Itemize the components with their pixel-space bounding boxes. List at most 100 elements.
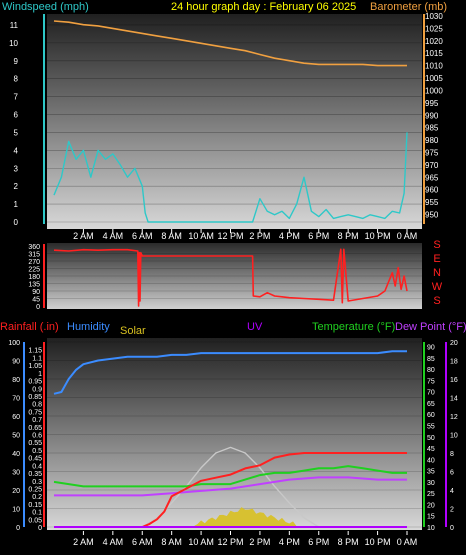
windspeed-tick-label: 8 — [14, 75, 19, 84]
solar-label: Solar — [120, 325, 146, 337]
rain-tick-label: 0.15 — [28, 502, 42, 509]
barometer-tick-label: 990 — [425, 111, 439, 120]
x-tick-label: 0 AM — [397, 537, 418, 547]
x-tick-label: 8 AM — [161, 537, 182, 547]
windspeed-tick-label: 2 — [14, 182, 19, 191]
compass-axis: SENWS — [432, 239, 443, 307]
wind-panel-x-axis: 2 AM 4 AM 6 AM 8 AM 10 AM 12 PM 2 PM 4 PM 6 PM 8 … — [73, 229, 417, 241]
dewpoint-axis-label: Dew Point (°F) — [395, 321, 466, 333]
barometer-tick-label: 1005 — [425, 74, 443, 83]
uv-tick-label: 16 — [450, 377, 458, 384]
x-tick-label: 4 AM — [103, 231, 124, 241]
rain-tick-label: 0.6 — [32, 433, 42, 440]
temperature-tick-label: 10 — [427, 525, 435, 532]
x-tick-label: 2 AM — [73, 537, 94, 547]
temperature-tick-label: 50 — [427, 435, 435, 442]
rain-tick-label: 0.75 — [28, 409, 42, 416]
direction-tick-label: 45 — [32, 297, 40, 304]
rain-tick-label: 0.85 — [28, 394, 42, 401]
rain-tick-label: 0.55 — [28, 440, 42, 447]
temperature-tick-label: 65 — [427, 401, 435, 408]
humidity-tick-label: 60 — [12, 414, 20, 421]
humidity-tick-label: 50 — [12, 433, 20, 440]
rain-tick-label: 0.05 — [28, 517, 42, 524]
uv-tick-label: 14 — [450, 396, 458, 403]
direction-y-axis: 36031527022518013590450 — [28, 244, 45, 311]
weather-graph: Windspeed (mph) 24 hour graph day : Febr… — [0, 1, 466, 547]
x-tick-label: 2 PM — [249, 231, 270, 241]
temperature-axis-label: Temperature (°F) — [312, 321, 395, 333]
barometer-y-axis: 950 955 960 965 970 975 980 985 990 995 1000 1005 10… — [423, 12, 443, 224]
rainfall-axis-label: Rainfall (.in) — [0, 321, 59, 333]
barometer-tick-label: 1015 — [425, 49, 443, 58]
x-tick-label: 4 PM — [279, 231, 300, 241]
rain-tick-label: 1.05 — [28, 363, 42, 370]
x-tick-label: 2 AM — [73, 231, 94, 241]
x-tick-label: 2 PM — [249, 537, 270, 547]
compass-label: N — [433, 267, 441, 279]
barometer-tick-label: 960 — [425, 186, 439, 195]
barometer-tick-label: 950 — [425, 211, 439, 220]
uv-tick-label: 18 — [450, 359, 458, 366]
windspeed-tick-label: 9 — [14, 57, 19, 66]
uv-tick-label: 8 — [450, 451, 454, 458]
x-tick-label: 4 PM — [279, 537, 300, 547]
x-tick-label: 8 PM — [338, 231, 359, 241]
x-tick-label: 10 PM — [365, 537, 391, 547]
x-tick-label: 10 PM — [365, 231, 391, 241]
x-tick-label: 8 AM — [161, 231, 182, 241]
wind-panel-background — [47, 14, 422, 229]
windspeed-tick-label: 5 — [14, 128, 19, 137]
temperature-tick-label: 45 — [427, 446, 435, 453]
temperature-tick-label: 25 — [427, 491, 435, 498]
humidity-tick-label: 10 — [12, 507, 20, 514]
uv-tick-label: 20 — [450, 340, 458, 347]
barometer-tick-label: 1025 — [425, 24, 443, 33]
x-tick-label: 6 AM — [132, 231, 153, 241]
temperature-tick-label: 40 — [427, 457, 435, 464]
x-tick-label: 12 PM — [217, 537, 243, 547]
compass-label: W — [432, 281, 443, 293]
uv-axis-label: UV — [247, 321, 263, 333]
humidity-tick-label: 70 — [12, 396, 20, 403]
windspeed-tick-label: 7 — [14, 93, 19, 102]
rain-tick-label: 0.4 — [32, 463, 42, 470]
temperature-tick-label: 90 — [427, 345, 435, 352]
barometer-tick-label: 975 — [425, 149, 439, 158]
uv-tick-label: 2 — [450, 507, 454, 514]
barometer-tick-label: 970 — [425, 161, 439, 170]
x-tick-label: 6 AM — [132, 537, 153, 547]
windspeed-tick-label: 3 — [14, 164, 19, 173]
humidity-tick-label: 0 — [16, 525, 20, 532]
rain-tick-label: 0.8 — [32, 402, 42, 409]
rain-tick-label: 0.65 — [28, 425, 42, 432]
direction-tick-label: 90 — [32, 289, 40, 296]
humidity-tick-label: 40 — [12, 451, 20, 458]
barometer-tick-label: 965 — [425, 173, 439, 182]
temperature-tick-label: 80 — [427, 367, 435, 374]
temperature-tick-label: 35 — [427, 469, 435, 476]
windspeed-tick-label: 1 — [14, 200, 19, 209]
humidity-tick-label: 100 — [8, 340, 20, 347]
compass-label: E — [433, 253, 440, 265]
temperature-tick-label: 70 — [427, 390, 435, 397]
chart-title: 24 hour graph day : February 06 2025 — [171, 1, 356, 13]
humidity-tick-label: 30 — [12, 470, 20, 477]
rain-tick-label: 0.1 — [32, 510, 42, 517]
direction-tick-label: 225 — [28, 267, 40, 274]
barometer-tick-label: 980 — [425, 136, 439, 145]
direction-tick-label: 0 — [36, 304, 40, 311]
windspeed-tick-label: 6 — [14, 111, 19, 120]
rain-tick-label: 1.1 — [32, 355, 42, 362]
windspeed-axis-label: Windspeed (mph) — [2, 1, 89, 13]
barometer-tick-label: 1000 — [425, 86, 443, 95]
rain-tick-label: 0.7 — [32, 417, 42, 424]
uv-tick-label: 10 — [450, 433, 458, 440]
rain-tick-label: 0.35 — [28, 471, 42, 478]
rain-tick-label: 0.5 — [32, 448, 42, 455]
rain-tick-label: 1.15 — [28, 348, 42, 355]
temperature-tick-label: 55 — [427, 423, 435, 430]
direction-tick-label: 270 — [28, 259, 40, 266]
x-tick-label: 4 AM — [103, 537, 124, 547]
humidity-axis-label: Humidity — [67, 321, 110, 333]
